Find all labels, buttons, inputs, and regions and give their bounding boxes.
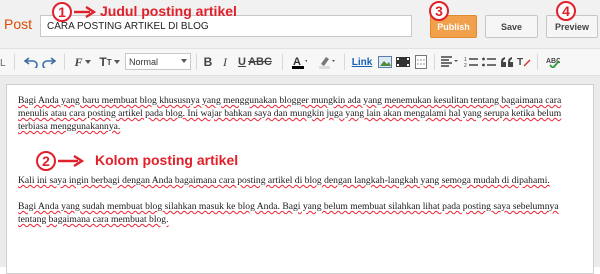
text-color-icon: A: [292, 56, 307, 69]
strikethrough-icon[interactable]: ABC: [248, 54, 272, 70]
remove-formatting-icon[interactable]: T: [517, 54, 531, 70]
annotation-2-arrow: [58, 155, 84, 167]
bold-icon[interactable]: B: [202, 54, 214, 70]
heading-format-value: Normal: [129, 56, 159, 67]
link-button[interactable]: Link: [351, 54, 373, 70]
body-paragraph: Kali ini saya ingin berbagi dengan Anda …: [18, 175, 550, 186]
font-size-menu[interactable]: T T: [98, 54, 122, 70]
svg-text:2: 2: [464, 63, 467, 68]
annotation-2-label: Kolom posting artikel: [95, 152, 239, 168]
editor-area: Bagi Anda yang baru membuat blog khususn…: [0, 76, 600, 274]
highlighter-icon: [319, 57, 335, 69]
body-paragraph: Bagi Anda yang baru membuat blog khususn…: [18, 95, 562, 132]
alignment-menu[interactable]: [440, 54, 460, 70]
numbered-list-icon[interactable]: 12: [464, 54, 478, 70]
formatting-toolbar: L F T T Normal B I U ABC A Link 1 2 T AB…: [0, 49, 600, 76]
annotation-1-badge: 1: [52, 2, 72, 22]
heading-format-select[interactable]: Normal: [125, 53, 191, 70]
undo-icon[interactable]: [24, 54, 38, 70]
italic-icon[interactable]: I: [219, 54, 231, 70]
spell-check-icon[interactable]: ABC: [546, 54, 560, 70]
redo-icon[interactable]: [42, 54, 56, 70]
save-button[interactable]: Save: [485, 15, 538, 38]
annotation-4-badge: 4: [556, 1, 576, 21]
text-color-menu[interactable]: A: [288, 54, 310, 70]
post-body-editor[interactable]: Bagi Anda yang baru membuat blog khususn…: [6, 84, 594, 274]
quote-icon[interactable]: [500, 54, 514, 70]
font-size-icon: T: [99, 55, 107, 69]
annotation-1-arrow: [74, 6, 96, 18]
body-paragraph: Bagi Anda yang sudah membuat blog silahk…: [18, 201, 559, 225]
html-tab-edge[interactable]: L: [0, 54, 8, 70]
bullet-list-icon[interactable]: [482, 54, 496, 70]
annotation-3-badge: 3: [429, 1, 449, 21]
insert-jump-break-icon[interactable]: [414, 54, 428, 70]
post-label: Post: [4, 16, 33, 32]
insert-video-icon[interactable]: [396, 54, 410, 70]
underline-icon[interactable]: U: [236, 54, 248, 70]
font-family-menu[interactable]: F: [72, 54, 94, 70]
font-family-icon: F: [74, 54, 83, 69]
annotation-2-badge: 2: [36, 151, 56, 171]
highlight-color-menu[interactable]: [316, 54, 338, 70]
align-icon: [441, 56, 458, 67]
annotation-1-label: Judul posting artikel: [100, 3, 237, 19]
insert-image-icon[interactable]: [378, 54, 392, 70]
svg-text:T: T: [517, 57, 523, 68]
chevron-down-icon: [181, 59, 187, 63]
svg-text:L: L: [0, 58, 6, 68]
